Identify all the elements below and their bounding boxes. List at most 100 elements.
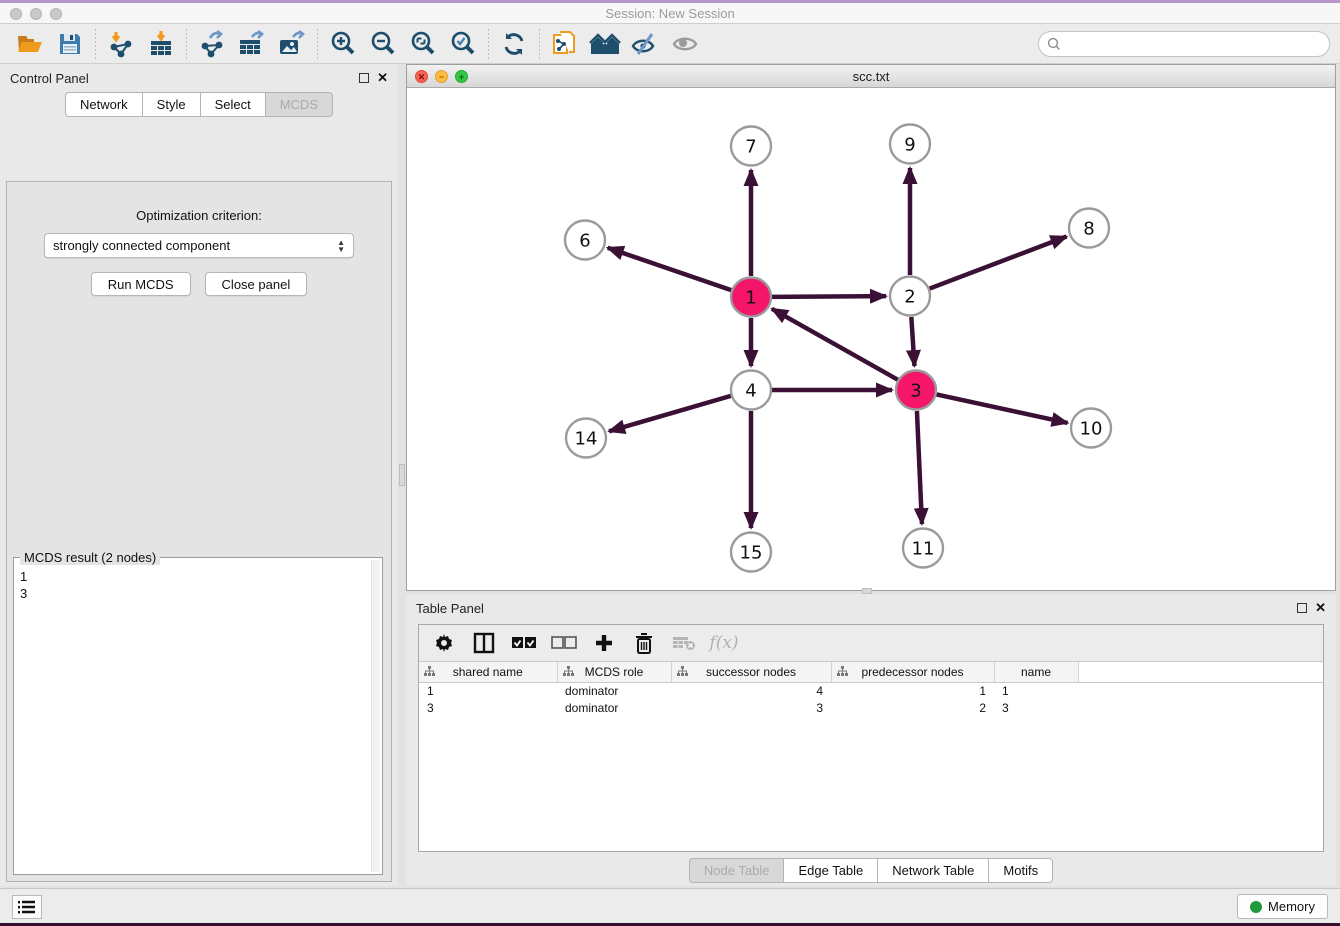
toolbar-separator <box>539 29 540 59</box>
table-cell[interactable]: 3 <box>671 699 831 716</box>
graph-edge-3-1[interactable] <box>772 309 898 380</box>
close-panel-icon[interactable]: ✕ <box>377 73 388 83</box>
graph-node-6[interactable]: 6 <box>565 221 605 260</box>
graph-edge-1-2[interactable] <box>772 296 886 297</box>
columns-icon[interactable] <box>471 630 497 656</box>
export-network-icon[interactable] <box>192 27 232 61</box>
graph-node-3[interactable]: 3 <box>896 371 936 410</box>
table-row[interactable]: 1dominator411 <box>419 682 1323 699</box>
table-cell[interactable]: dominator <box>557 682 671 699</box>
task-history-button[interactable] <box>12 895 42 919</box>
table-row[interactable]: 3dominator323 <box>419 699 1323 716</box>
table-cell-filler <box>1078 699 1323 716</box>
column-header-shared-name[interactable]: shared name <box>419 662 557 682</box>
graph-node-8[interactable]: 8 <box>1069 209 1109 248</box>
run-mcds-button[interactable]: Run MCDS <box>91 272 191 296</box>
graph-node-9[interactable]: 9 <box>890 125 930 164</box>
control-panel-tabs: Network Style Select MCDS <box>0 92 398 117</box>
select-all-icon[interactable] <box>511 630 537 656</box>
graph-edge-2-8[interactable] <box>930 237 1067 289</box>
node-table-frame: f(x) shared name MCDS role successor nod… <box>418 624 1324 852</box>
import-network-icon[interactable] <box>101 27 141 61</box>
import-table-icon[interactable] <box>141 27 181 61</box>
graph-edge-3-10[interactable] <box>937 394 1068 422</box>
zoom-selected-icon[interactable] <box>443 27 483 61</box>
refresh-icon[interactable] <box>494 27 534 61</box>
first-neighbors-icon[interactable] <box>585 27 625 61</box>
table-cell[interactable]: 3 <box>419 699 557 716</box>
tab-select[interactable]: Select <box>200 92 265 117</box>
show-all-icon[interactable] <box>665 27 705 61</box>
zoom-fit-icon[interactable] <box>403 27 443 61</box>
memory-label: Memory <box>1268 899 1315 914</box>
graph-edge-4-14[interactable] <box>609 396 731 431</box>
attribute-icon <box>677 666 688 680</box>
zoom-in-icon[interactable] <box>323 27 363 61</box>
optimization-criterion-select[interactable]: strongly connected component ▲▼ <box>44 233 354 258</box>
table-tabs: Node Table Edge Table Network Table Moti… <box>406 858 1336 883</box>
tab-node-table[interactable]: Node Table <box>689 858 784 883</box>
graph-node-14[interactable]: 14 <box>566 419 606 458</box>
graph-node-4[interactable]: 4 <box>731 371 771 410</box>
toolbar-separator <box>488 29 489 59</box>
tab-network[interactable]: Network <box>65 92 142 117</box>
control-panel: Control Panel ✕ Network Style Select MCD… <box>0 64 398 886</box>
graph-node-15[interactable]: 15 <box>731 533 771 572</box>
graph-node-10[interactable]: 10 <box>1071 409 1111 448</box>
graph-edge-2-3[interactable] <box>911 317 914 366</box>
table-header-row: shared name MCDS role successor nodes pr… <box>419 662 1323 682</box>
column-header-name[interactable]: name <box>994 662 1078 682</box>
control-panel-header: Control Panel ✕ <box>0 64 398 92</box>
gear-icon[interactable] <box>431 630 457 656</box>
column-header-successor-nodes[interactable]: successor nodes <box>671 662 831 682</box>
titlebar: Session: New Session <box>0 0 1340 24</box>
status-bar: Memory <box>0 888 1340 924</box>
column-header-predecessor-nodes[interactable]: predecessor nodes <box>831 662 994 682</box>
toolbar-separator <box>95 29 96 59</box>
tab-edge-table[interactable]: Edge Table <box>783 858 877 883</box>
network-canvas[interactable]: 7 9 6 8 1 2 4 3 14 10 15 11 <box>407 88 1335 590</box>
select-stepper-icon: ▲▼ <box>337 239 345 253</box>
graph-node-1[interactable]: 1 <box>731 278 771 317</box>
search-input[interactable] <box>1038 31 1330 57</box>
tab-mcds[interactable]: MCDS <box>265 92 333 117</box>
memory-status-icon <box>1250 901 1262 913</box>
hide-selected-icon[interactable] <box>625 27 665 61</box>
table-cell[interactable]: 4 <box>671 682 831 699</box>
zoom-out-icon[interactable] <box>363 27 403 61</box>
save-session-icon[interactable] <box>50 27 90 61</box>
network-window-titlebar[interactable]: ✕ − + scc.txt <box>407 65 1335 88</box>
table-cell[interactable]: dominator <box>557 699 671 716</box>
close-table-panel-icon[interactable]: ✕ <box>1315 603 1326 613</box>
tab-motifs[interactable]: Motifs <box>988 858 1053 883</box>
network-window-title: scc.txt <box>407 69 1335 84</box>
result-scrollbar[interactable] <box>371 560 380 872</box>
tab-style[interactable]: Style <box>142 92 200 117</box>
graph-node-11[interactable]: 11 <box>903 529 943 568</box>
graph-node-2[interactable]: 2 <box>890 277 930 316</box>
splitter-grip[interactable] <box>399 464 405 486</box>
open-file-icon[interactable] <box>10 27 50 61</box>
tab-network-table[interactable]: Network Table <box>877 858 988 883</box>
close-panel-button[interactable]: Close panel <box>205 272 308 296</box>
memory-button[interactable]: Memory <box>1237 894 1328 919</box>
column-header-mcds-role[interactable]: MCDS role <box>557 662 671 682</box>
deselect-all-icon[interactable] <box>551 630 577 656</box>
add-icon[interactable] <box>591 630 617 656</box>
mcds-result-text[interactable]: 1 3 <box>20 568 370 872</box>
table-cell[interactable]: 1 <box>419 682 557 699</box>
export-image-icon[interactable] <box>272 27 312 61</box>
float-table-panel-icon[interactable] <box>1297 603 1307 613</box>
table-cell[interactable]: 1 <box>994 682 1078 699</box>
table-cell[interactable]: 1 <box>831 682 994 699</box>
table-cell[interactable]: 3 <box>994 699 1078 716</box>
vertical-splitter[interactable] <box>398 64 406 886</box>
duplicate-network-icon[interactable] <box>545 27 585 61</box>
float-panel-icon[interactable] <box>359 73 369 83</box>
delete-icon[interactable] <box>631 630 657 656</box>
graph-edge-1-6[interactable] <box>608 248 731 290</box>
export-table-icon[interactable] <box>232 27 272 61</box>
graph-edge-3-11[interactable] <box>917 411 922 524</box>
table-cell[interactable]: 2 <box>831 699 994 716</box>
graph-node-7[interactable]: 7 <box>731 127 771 166</box>
